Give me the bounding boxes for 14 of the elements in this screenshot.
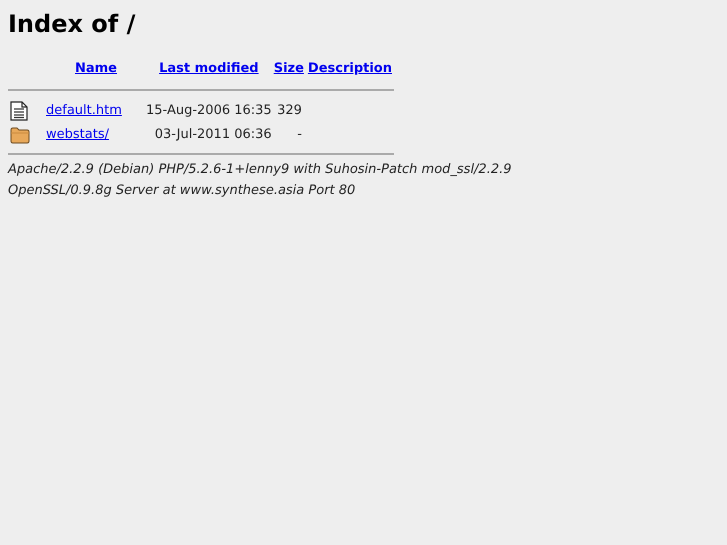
server-signature: Apache/2.2.9 (Debian) PHP/5.2.6-1+lenny9 with Suhosin-Patch mod_ssl/2.2.9 OpenSSL/0.9.8g Server at www.synthese.asia Port 80 (8, 160, 513, 200)
file-size: - (297, 126, 302, 142)
modified-date: 03-Jul-2011 06:36 (154, 126, 272, 142)
document-icon (10, 100, 28, 120)
modified-date: 15-Aug-2006 16:35 (146, 102, 272, 118)
column-header-link[interactable]: Size (274, 61, 304, 76)
column-header-link[interactable]: Name (74, 61, 117, 76)
file-link[interactable]: default.htm (46, 102, 122, 118)
column-header-link[interactable]: Description (308, 61, 392, 76)
column-header-link[interactable]: Last modified (159, 61, 259, 76)
folder-icon (10, 126, 30, 144)
page-title: Index of / (8, 9, 136, 40)
file-size: 329 (277, 102, 302, 118)
file-link[interactable]: webstats/ (46, 126, 109, 142)
